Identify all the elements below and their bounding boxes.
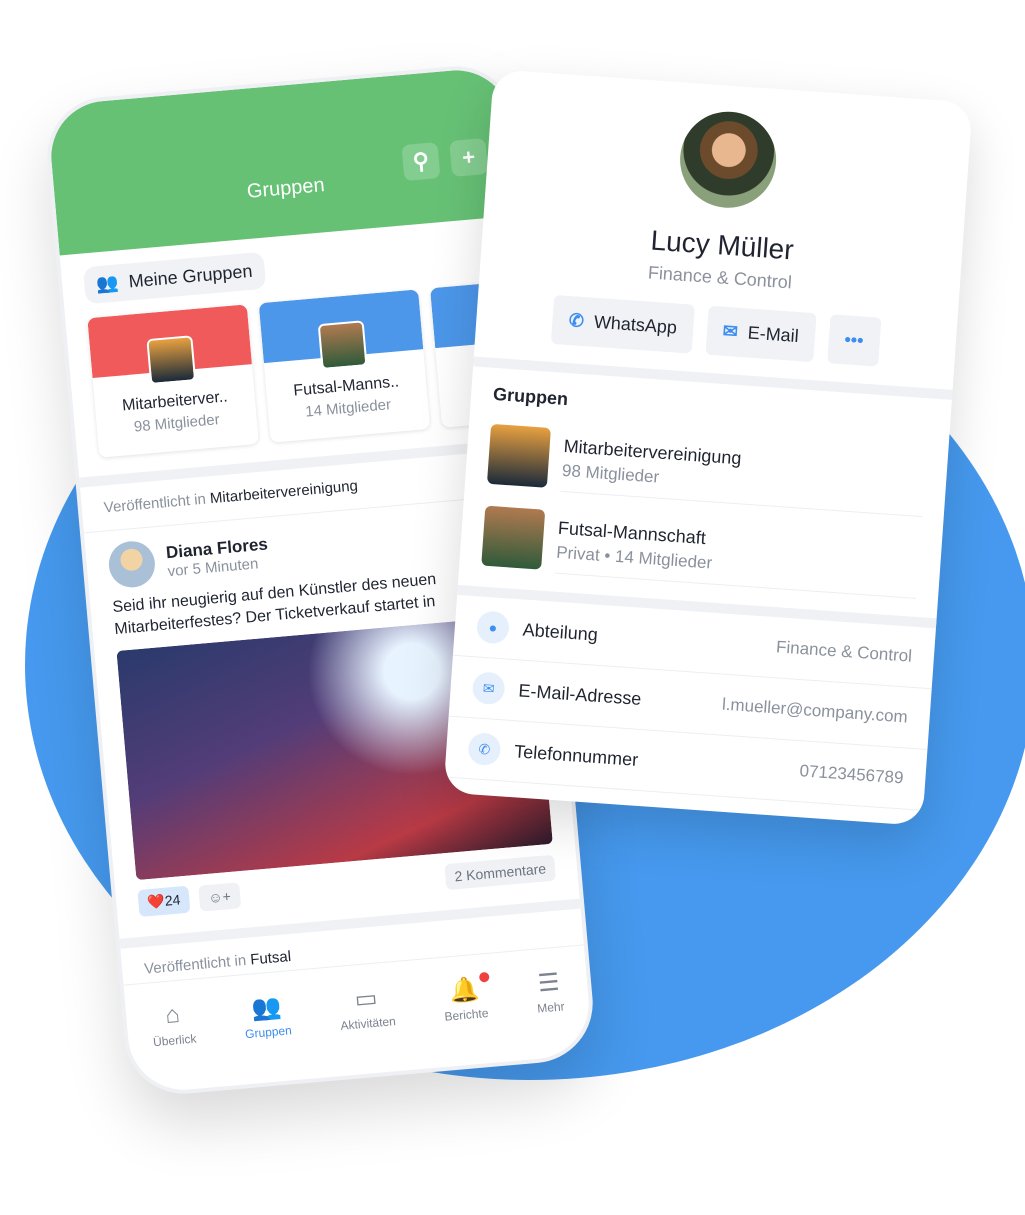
menu-icon: ☰ <box>536 968 561 998</box>
add-reaction-button[interactable]: ☺+ <box>198 881 241 912</box>
published-group[interactable]: Futsal <box>250 948 292 968</box>
my-groups-label: Meine Gruppen <box>127 260 254 292</box>
nav-overview[interactable]: ⌂ Überlick <box>150 1000 201 1092</box>
more-button[interactable]: ••• <box>826 314 882 367</box>
mail-icon: ✉ <box>722 320 739 342</box>
email-button[interactable]: ✉ E-Mail <box>705 305 817 363</box>
more-icon: ••• <box>843 329 865 351</box>
profile-avatar <box>676 108 780 211</box>
info-label: Abteilung <box>522 619 599 645</box>
emoji-add-icon: ☺+ <box>207 887 232 906</box>
group-card[interactable]: Futsal-Manns.. 14 Mitglieder <box>258 289 431 442</box>
home-icon: ⌂ <box>164 1000 181 1030</box>
info-label: E-Mail-Adresse <box>517 679 643 709</box>
search-button[interactable]: ⚲ <box>401 142 441 182</box>
nav-more[interactable]: ☰ Mehr <box>534 967 569 1058</box>
location-pin-icon: ● <box>475 610 511 645</box>
nav-reports[interactable]: 🔔 Berichte <box>441 971 493 1066</box>
nav-label: Mehr <box>536 999 566 1016</box>
info-value: Finance & Control <box>775 637 913 666</box>
group-card[interactable]: Mitarbeiterver.. 98 Mitglieder <box>87 304 259 457</box>
email-label: E-Mail <box>747 322 800 347</box>
mail-icon: ✉ <box>471 671 506 706</box>
whatsapp-label: WhatsApp <box>593 311 678 338</box>
notification-badge <box>478 971 490 983</box>
info-value[interactable]: l.mueller@company.com <box>721 695 908 728</box>
like-count: 24 <box>164 891 182 909</box>
published-group[interactable]: Mitarbeitervereinigung <box>209 477 358 507</box>
whatsapp-icon: ✆ <box>568 310 585 332</box>
group-thumbnail <box>486 423 551 488</box>
phone-icon: ✆ <box>467 732 502 767</box>
calendar-icon: ▭ <box>353 984 379 1014</box>
nav-groups[interactable]: 👥 Gruppen <box>242 991 296 1084</box>
add-button[interactable]: + <box>449 137 489 177</box>
users-icon: 👥 <box>250 993 283 1023</box>
avatar[interactable] <box>107 539 157 590</box>
group-thumbnail <box>481 505 546 570</box>
page-title: Gruppen <box>246 174 326 203</box>
published-prefix: Veröffentlicht in <box>143 951 247 978</box>
info-value[interactable]: 07123456789 <box>799 761 904 788</box>
nav-activities[interactable]: ▭ Aktivitäten <box>337 982 400 1075</box>
info-label: Telefonnummer <box>513 740 639 770</box>
published-prefix: Veröffentlicht in <box>103 490 207 517</box>
profile-card: Lucy Müller Finance & Control ✆ WhatsApp … <box>443 69 973 826</box>
whatsapp-button[interactable]: ✆ WhatsApp <box>551 294 695 354</box>
users-icon: 👥 <box>95 272 120 295</box>
groups-header: Gruppen ⚲ + <box>46 65 520 256</box>
comments-button[interactable]: 2 Kommentare <box>444 854 557 890</box>
bell-icon: 🔔 <box>448 975 481 1006</box>
search-icon: ⚲ <box>411 147 430 175</box>
like-button[interactable]: ❤️24 <box>137 885 191 917</box>
plus-icon: + <box>461 143 477 170</box>
heart-icon: ❤️ <box>146 892 166 911</box>
